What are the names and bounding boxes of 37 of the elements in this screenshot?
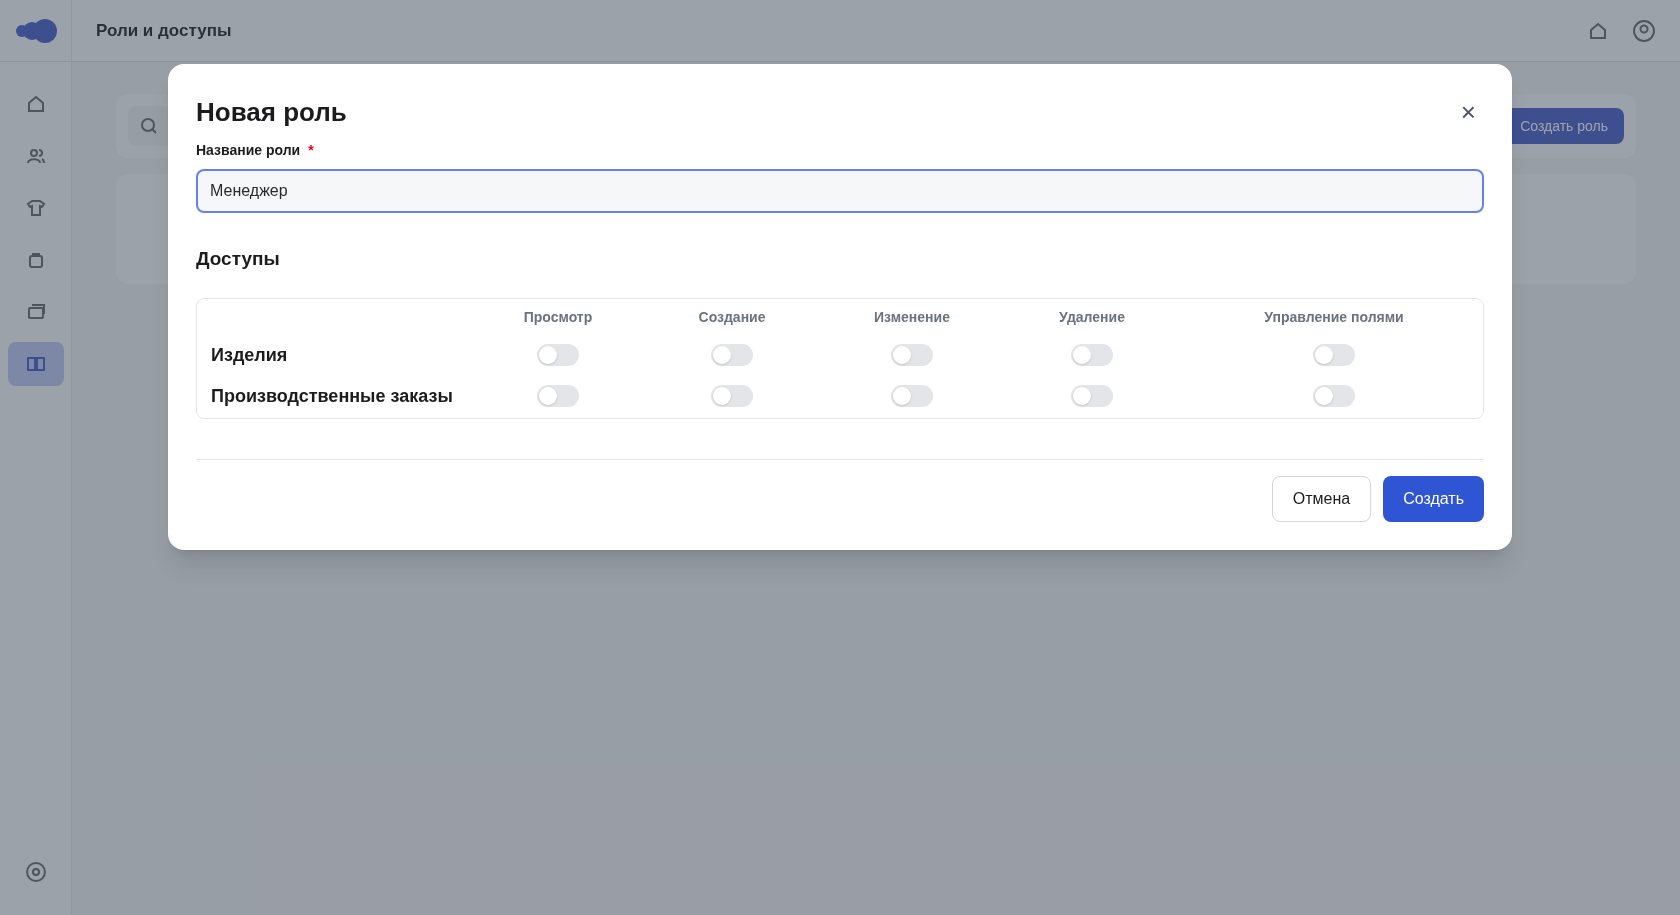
column-header: Создание	[698, 307, 766, 327]
cards-icon	[25, 302, 46, 322]
users-icon	[25, 146, 46, 166]
row-label: Производственные заказы	[211, 385, 453, 406]
column-header: Управление полями	[1264, 307, 1404, 327]
dialog-title: Новая роль	[196, 96, 347, 128]
field-label: Название роли	[196, 141, 301, 160]
row-label: Изделия	[211, 344, 288, 365]
toggle-switch[interactable]	[711, 385, 753, 407]
required-mark: *	[308, 141, 314, 160]
home-icon[interactable]	[1588, 20, 1608, 41]
toggle-switch[interactable]	[537, 344, 579, 366]
user-avatar-icon[interactable]	[1632, 18, 1656, 43]
column-header: Изменение	[874, 307, 950, 327]
toggle-switch[interactable]	[711, 344, 753, 366]
create-button[interactable]: Создать	[1383, 475, 1484, 522]
shirt-icon	[25, 198, 46, 218]
page-title: Роли и доступы	[96, 19, 232, 42]
cancel-button[interactable]: Отмена	[1271, 475, 1372, 522]
toggle-switch[interactable]	[891, 344, 933, 366]
sidebar-item[interactable]	[7, 342, 64, 386]
toggle-switch[interactable]	[1313, 344, 1355, 366]
close-button[interactable]: ×	[1460, 100, 1476, 124]
column-header: Удаление	[1059, 307, 1125, 327]
toggle-switch[interactable]	[891, 385, 933, 407]
column-header: Просмотр	[523, 307, 593, 327]
house-icon	[25, 94, 46, 114]
toggle-switch[interactable]	[1313, 385, 1355, 407]
search-icon	[140, 117, 158, 135]
toggle-switch[interactable]	[1071, 344, 1113, 366]
toggle-switch[interactable]	[1071, 385, 1113, 407]
settings-icon[interactable]	[24, 861, 47, 883]
section-title: Доступы	[196, 247, 281, 271]
toggle-switch[interactable]	[537, 385, 579, 407]
logo-icon	[13, 17, 58, 44]
book-icon	[25, 354, 46, 374]
role-name-input[interactable]: Менеджер	[196, 169, 1484, 213]
